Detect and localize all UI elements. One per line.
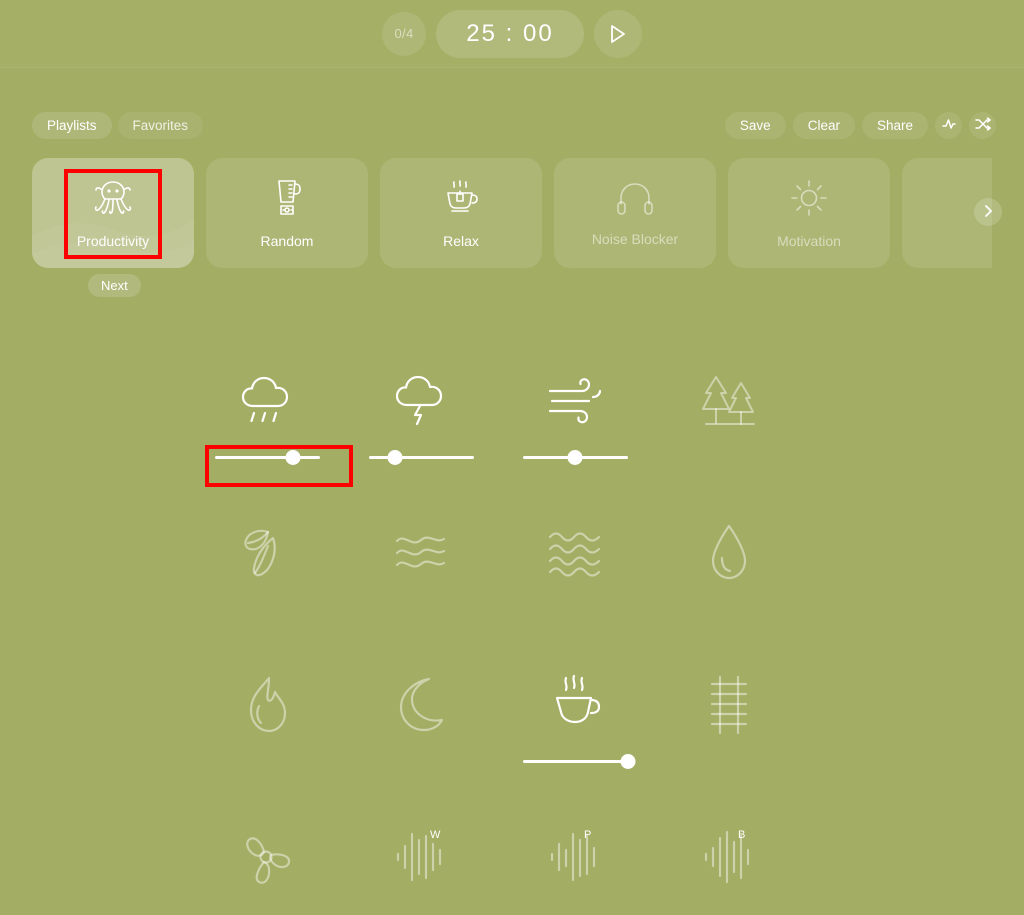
octopus-icon [92, 178, 134, 223]
blender-icon [269, 178, 305, 223]
sea-waves-icon [546, 522, 604, 584]
sound-grid: W P B [190, 360, 830, 915]
playlist-card-motivation[interactable]: Motivation [728, 158, 890, 268]
sound-tile-wind[interactable] [498, 360, 652, 512]
timer-group: 0/4 25 : 00 [382, 9, 642, 58]
svg-text:P: P [584, 829, 591, 841]
sun-icon [789, 178, 829, 223]
slider-thumb[interactable] [387, 450, 403, 465]
thunder-cloud-icon [390, 370, 452, 432]
sound-tile-train[interactable] [652, 664, 806, 816]
save-label: Save [739, 118, 771, 133]
sound-slider-coffee[interactable] [522, 750, 635, 772]
teacup-icon [441, 178, 481, 223]
tab-playlists-label: Playlists [47, 118, 97, 133]
sound-tile-rain[interactable] [190, 360, 344, 512]
water-drop-icon [706, 522, 752, 584]
sound-tile-white-noise[interactable]: W [344, 816, 498, 915]
shuffle-button[interactable] [969, 112, 996, 139]
pink-noise-icon: P [544, 826, 606, 888]
svg-text:W: W [430, 829, 441, 841]
next-tooltip-label: Next [101, 278, 128, 293]
slider-thumb[interactable] [285, 450, 301, 465]
sound-tile-pink-noise[interactable]: P [498, 816, 652, 915]
play-icon [609, 24, 627, 44]
playlist-card-productivity[interactable]: Productivity [32, 158, 194, 268]
wave-button[interactable] [935, 112, 962, 139]
train-tracks-icon [706, 674, 752, 736]
playlist-card-random[interactable]: Random [206, 158, 368, 268]
playlist-card-noise-blocker-label: Noise Blocker [591, 230, 679, 247]
app-root: 0/4 25 : 00 Playlists Favorites Save Cle… [0, 0, 1024, 915]
slider-track [368, 456, 474, 459]
slider-thumb[interactable] [620, 754, 635, 769]
chevron-right-icon [982, 204, 994, 221]
play-button[interactable] [594, 9, 642, 58]
sound-tile-fan[interactable] [190, 816, 344, 915]
sound-tile-river[interactable] [344, 512, 498, 664]
playlist-card-random-label: Random [260, 232, 314, 249]
sound-tile-forest[interactable] [652, 360, 806, 512]
tab-playlists[interactable]: Playlists [32, 112, 112, 139]
clear-label: Clear [807, 118, 840, 133]
sound-tile-fire[interactable] [190, 664, 344, 816]
timer-header: 0/4 25 : 00 [0, 0, 1024, 68]
sound-slider-wind[interactable] [522, 446, 628, 468]
share-label: Share [876, 118, 913, 133]
rain-cloud-icon [236, 370, 298, 432]
playlist-tabs: Playlists Favorites [32, 112, 204, 139]
tab-favorites-label: Favorites [132, 118, 189, 133]
coffee-cup-icon [547, 674, 603, 736]
pine-trees-icon [700, 370, 758, 432]
slider-track [214, 456, 320, 459]
playlist-card-relax[interactable]: Relax [380, 158, 542, 268]
sound-tile-coffee[interactable] [498, 664, 652, 816]
playlist-card-list[interactable]: Productivity Random Relax Noise Blocker … [32, 158, 992, 268]
share-button[interactable]: Share [861, 112, 928, 139]
clear-button[interactable]: Clear [792, 112, 855, 139]
shuffle-icon [974, 117, 991, 134]
playlist-scroll-next-button[interactable] [974, 198, 1002, 226]
save-button[interactable]: Save [724, 112, 786, 139]
wave-icon [941, 117, 957, 134]
next-tooltip: Next [88, 274, 141, 297]
playlist-card-motivation-label: Motivation [777, 232, 841, 249]
playlist-card-noise-blocker[interactable]: Noise Blocker [554, 158, 716, 268]
sound-tile-leaves[interactable] [190, 512, 344, 664]
sound-tile-droplet[interactable] [652, 512, 806, 664]
playlist-actions: Save Clear Share [724, 112, 996, 139]
fan-icon [238, 826, 296, 888]
headphones-icon [615, 180, 655, 221]
tab-favorites[interactable]: Favorites [117, 112, 204, 139]
wind-icon [544, 370, 606, 432]
session-counter-label: 0/4 [394, 26, 414, 41]
slider-track [522, 760, 628, 763]
timer-display[interactable]: 25 : 00 [436, 9, 584, 58]
svg-text:B: B [738, 829, 745, 841]
river-waves-icon [392, 522, 450, 584]
sound-slider-thunder[interactable] [368, 446, 474, 468]
leaves-icon [238, 522, 296, 584]
brown-noise-icon: B [698, 826, 760, 888]
fire-icon [243, 674, 291, 736]
white-noise-icon: W [390, 826, 452, 888]
sound-slider-rain[interactable] [214, 446, 320, 468]
sound-tile-brown-noise[interactable]: B [652, 816, 806, 915]
playlist-card-relax-label: Relax [443, 232, 479, 249]
playlist-toolbar: Playlists Favorites Save Clear Share [0, 112, 1024, 140]
session-counter[interactable]: 0/4 [382, 11, 426, 56]
playlist-card-productivity-label: Productivity [76, 232, 150, 249]
timer-value: 25 : 00 [466, 19, 554, 47]
sound-tile-thunder[interactable] [344, 360, 498, 512]
sound-tile-sea[interactable] [498, 512, 652, 664]
moon-icon [395, 674, 447, 736]
sound-tile-night[interactable] [344, 664, 498, 816]
slider-thumb[interactable] [567, 450, 583, 465]
